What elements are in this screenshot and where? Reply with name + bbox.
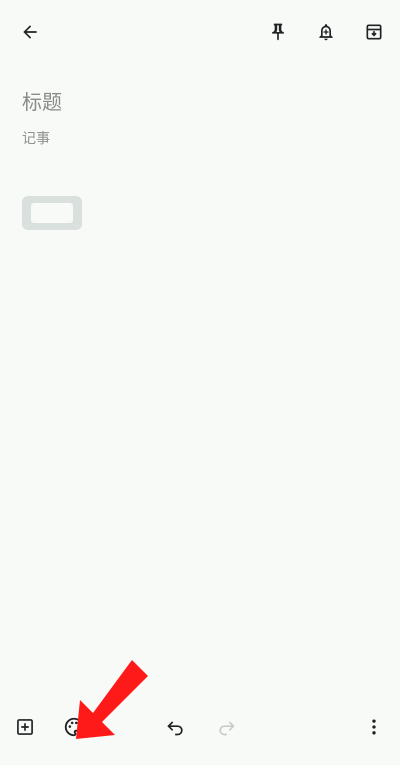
undo-icon xyxy=(166,717,186,737)
pin-icon xyxy=(268,22,288,42)
redo-button[interactable] xyxy=(210,711,242,743)
note-editor-screen: 标题 记事 xyxy=(0,0,400,765)
add-button[interactable] xyxy=(9,711,41,743)
arrow-left-icon xyxy=(20,22,40,42)
pin-button[interactable] xyxy=(262,16,294,48)
bell-plus-icon xyxy=(316,22,336,42)
more-options-button[interactable] xyxy=(358,711,390,743)
placeholder-chip xyxy=(22,196,82,230)
reminder-button[interactable] xyxy=(310,16,342,48)
plus-box-icon xyxy=(15,717,35,737)
back-button[interactable] xyxy=(14,16,46,48)
annotation-arrow-icon xyxy=(60,655,150,745)
chip-inner-shape xyxy=(31,203,73,223)
redo-icon xyxy=(216,717,236,737)
more-vert-icon xyxy=(364,717,384,737)
archive-button[interactable] xyxy=(358,16,390,48)
title-field[interactable]: 标题 xyxy=(22,86,62,115)
undo-button[interactable] xyxy=(160,711,192,743)
archive-icon xyxy=(364,22,384,42)
note-field[interactable]: 记事 xyxy=(22,128,50,148)
